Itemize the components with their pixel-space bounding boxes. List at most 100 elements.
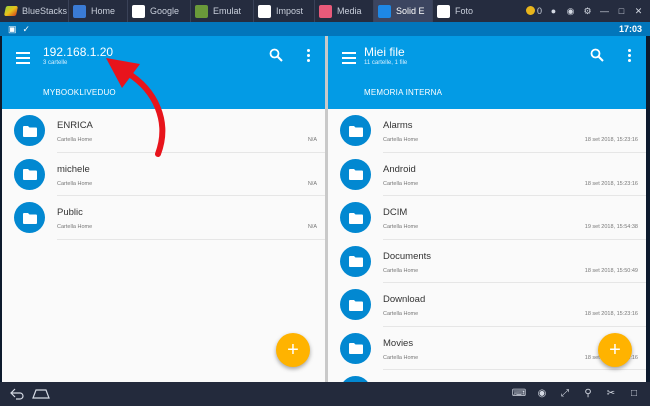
right-app-bar: Miei file 11 cartelle, 1 file MEMORIA IN…: [328, 36, 646, 109]
folder-icon: [340, 245, 371, 277]
folder-icon: [340, 289, 371, 320]
add-button[interactable]: +: [276, 333, 310, 367]
tab-google[interactable]: Google: [127, 0, 190, 22]
item-name: ENRICA: [57, 120, 93, 131]
item-date: N/A: [307, 137, 317, 143]
item-type: Cartella Home: [383, 311, 419, 317]
keyboard-icon[interactable]: ⌨: [512, 387, 526, 399]
android-status-bar: ▣ ✓ 17:03: [0, 22, 650, 36]
item-date: 19 set 2018, 15:54:38: [584, 224, 638, 230]
home-icon: [73, 4, 86, 18]
right-panel-title: Miei file: [364, 45, 405, 59]
item-date: 18 set 2018, 15:23:16: [584, 137, 638, 143]
tab-label: Impost: [276, 6, 304, 16]
item-date: 18 set 2018, 15:50:49: [584, 267, 638, 274]
list-item[interactable]: Download Cartella Home 18 set 2018, 15:23:…: [328, 283, 646, 327]
tab-foto[interactable]: Foto: [432, 0, 491, 22]
right-panel-subtitle: 11 cartelle, 1 file: [364, 60, 408, 66]
settings-icon[interactable]: ⚙: [582, 6, 593, 17]
item-type: Cartella Home: [57, 224, 93, 230]
row-divider: [57, 238, 325, 240]
menu-icon[interactable]: [16, 52, 30, 64]
list-item[interactable]: Alarms Cartella Home 18 set 2018, 15:23:16: [328, 109, 646, 153]
app-name: BlueStacks: [22, 6, 68, 16]
tab-label: Home: [91, 6, 116, 16]
close-icon[interactable]: ✕: [633, 6, 644, 17]
list-item[interactable]: Music: [328, 370, 646, 382]
item-date: 18 set 2018, 15:23:16: [584, 311, 638, 317]
home-icon[interactable]: [32, 389, 50, 399]
item-name: Android: [383, 163, 416, 175]
image-icon: [195, 4, 208, 18]
annotation-arrow: [106, 58, 166, 157]
screen-icon: ▣: [8, 23, 17, 34]
search-icon[interactable]: [590, 48, 604, 62]
tab-label: Solid E: [396, 6, 425, 16]
list-item[interactable]: Public Cartella Home N/A: [2, 196, 325, 240]
tab-label: Foto: [455, 6, 474, 16]
item-name: Alarms: [383, 120, 413, 131]
bottom-nav-bar: ⌨ ◉ ⤢ ⚲ ✂ □: [0, 382, 650, 406]
tab-media[interactable]: Media: [314, 0, 373, 22]
item-name: Movies: [383, 337, 414, 349]
eye-icon[interactable]: ◉: [536, 387, 548, 399]
item-type: Cartella Home: [383, 224, 419, 230]
status-clock: 17:03: [618, 24, 642, 34]
gear-icon: [258, 4, 271, 18]
item-type: Cartella Home: [383, 267, 419, 274]
more-options-icon[interactable]: [307, 49, 311, 63]
play-store-icon: [132, 4, 145, 18]
search-icon[interactable]: [269, 48, 283, 62]
right-file-panel: Miei file 11 cartelle, 1 file MEMORIA IN…: [328, 36, 646, 382]
folder-icon: [340, 158, 371, 190]
tab-solid-e[interactable]: Solid E: [373, 0, 432, 22]
item-date: N/A: [307, 224, 317, 230]
tab-impost[interactable]: Impost: [253, 0, 314, 22]
item-name: Public: [57, 207, 83, 218]
account-icon[interactable]: ◉: [565, 6, 576, 17]
minimize-icon[interactable]: —: [599, 6, 610, 17]
item-type: Cartella Home: [57, 180, 93, 187]
right-location-tab[interactable]: MEMORIA INTERNA: [364, 88, 442, 97]
item-date: 18 set 2018, 15:23:16: [584, 180, 638, 187]
window-title-bar: BlueStacks Home Google Emulat Impost Media So…: [0, 0, 650, 22]
window-edge-right: [646, 36, 650, 382]
fullscreen-icon[interactable]: ⤢: [559, 387, 571, 399]
pinwheel-icon: [437, 4, 450, 18]
item-type: Cartella Home: [383, 137, 419, 143]
folder-icon: [14, 158, 45, 190]
tab-label: Media: [337, 6, 362, 16]
folder-icon: [14, 115, 45, 146]
item-name: Documents: [383, 250, 432, 262]
add-button[interactable]: +: [598, 333, 632, 367]
checklist-icon: ✓: [22, 23, 31, 34]
bluestacks-logo-icon: [0, 0, 22, 22]
window-icon[interactable]: □: [628, 387, 640, 399]
item-name: michele: [57, 163, 90, 175]
item-name: Download: [383, 294, 426, 305]
folder-icon: [340, 202, 371, 233]
folder-icon: [340, 115, 371, 146]
folder-icon: [340, 332, 371, 364]
menu-icon[interactable]: [342, 52, 356, 64]
more-options-icon[interactable]: [628, 49, 632, 63]
tab-label: Google: [150, 6, 180, 16]
location-icon[interactable]: ⚲: [582, 387, 594, 399]
item-type: Cartella Home: [383, 180, 419, 187]
list-item[interactable]: Documents Cartella Home 18 set 2018, 15:50…: [328, 240, 646, 283]
right-file-list: Alarms Cartella Home 18 set 2018, 15:23:16…: [328, 109, 646, 382]
window-controls: 0 ● ◉ ⚙ — □ ✕: [525, 0, 650, 22]
left-panel-subtitle: 3 cartelle: [43, 60, 68, 66]
item-name: DCIM: [383, 207, 408, 218]
notification-icon[interactable]: ●: [548, 6, 559, 17]
back-icon[interactable]: [10, 388, 24, 400]
scissors-icon[interactable]: ✂: [605, 387, 617, 399]
list-item[interactable]: Android Cartella Home 18 set 2018, 15:23:1…: [328, 153, 646, 196]
item-type: Cartella Home: [383, 354, 419, 361]
app-tabs: Home Google Emulat Impost Media Solid E Foto: [68, 0, 491, 22]
maximize-icon[interactable]: □: [616, 6, 627, 17]
coin-counter[interactable]: 0: [525, 6, 542, 16]
tab-home[interactable]: Home: [68, 0, 127, 22]
list-item[interactable]: DCIM Cartella Home 19 set 2018, 15:54:38: [328, 196, 646, 240]
tab-emulat[interactable]: Emulat: [190, 0, 253, 22]
